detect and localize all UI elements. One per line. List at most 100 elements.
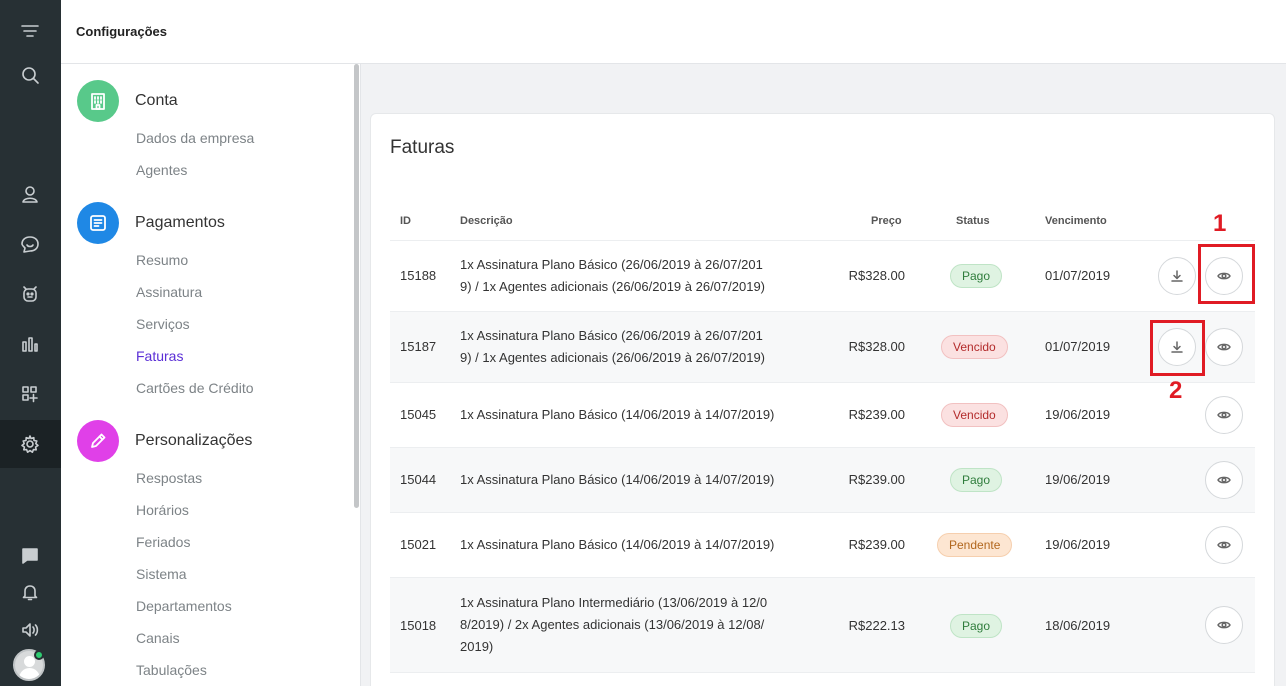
invoice-due-date: 19/06/2019	[1045, 407, 1111, 422]
menu-item-feriados[interactable]: Feriados	[136, 534, 190, 550]
invoice-due-date: 01/07/2019	[1045, 268, 1111, 283]
table-row: 15044 1x Assinatura Plano Básico (14/06/…	[390, 447, 1255, 512]
invoice-description: 1x Assinatura Plano Básico (14/06/2019 à…	[460, 537, 775, 552]
annotation-number-2: 2	[1169, 377, 1183, 404]
download-button[interactable]	[1158, 257, 1196, 295]
view-button[interactable]	[1205, 328, 1243, 366]
invoice-id: 15018	[400, 618, 437, 633]
chart-icon[interactable]	[15, 329, 45, 359]
pencil-icon	[77, 420, 119, 462]
section-title-personalizacoes: Personalizações	[135, 432, 253, 449]
card-title: Faturas	[390, 137, 455, 158]
column-header-descricao: Descrição	[460, 215, 513, 227]
status-badge: Vencido	[941, 403, 1008, 427]
invoice-price: R$222.13	[848, 618, 905, 633]
section-title-pagamentos: Pagamentos	[135, 214, 225, 231]
section-personalizacoes: Personalizações	[77, 420, 252, 462]
menu-item-dados-da-empresa[interactable]: Dados da empresa	[136, 130, 254, 146]
view-button[interactable]	[1205, 461, 1243, 499]
view-button[interactable]	[1205, 606, 1243, 644]
apps-icon[interactable]	[15, 379, 45, 409]
download-icon	[1171, 270, 1183, 282]
bot-icon[interactable]	[15, 279, 45, 309]
eye-icon	[1217, 476, 1231, 484]
status-badge: Vencido	[941, 335, 1008, 359]
invoice-id: 15188	[400, 268, 437, 283]
column-header-id: ID	[400, 215, 411, 227]
view-button[interactable]	[1205, 526, 1243, 564]
user-icon[interactable]	[15, 179, 45, 209]
menu-scrollbar[interactable]	[354, 64, 359, 508]
invoice-description: 1x Assinatura Plano Básico (14/06/2019 à…	[460, 407, 775, 422]
menu-item-tabulacoes[interactable]: Tabulações	[136, 662, 207, 678]
annotation-box-view	[1198, 244, 1255, 304]
menu-item-canais[interactable]: Canais	[136, 630, 180, 646]
page-title: Configurações	[76, 24, 168, 39]
online-status-dot	[34, 650, 44, 660]
invoice-description: 1x Assinatura Plano Básico (26/06/2019 à…	[460, 328, 765, 365]
menu-item-faturas[interactable]: Faturas	[136, 348, 183, 364]
invoice-price: R$328.00	[848, 268, 905, 283]
building-icon	[77, 80, 119, 122]
view-button[interactable]	[1205, 396, 1243, 434]
column-header-status: Status	[956, 215, 990, 227]
menu-item-resumo[interactable]: Resumo	[136, 252, 188, 268]
column-header-preco: Preço	[871, 215, 902, 227]
eye-icon	[1217, 621, 1231, 629]
invoice-id: 15044	[400, 472, 437, 487]
table-row: 15018 1x Assinatura Plano Intermediário …	[390, 577, 1255, 672]
invoice-description: 1x Assinatura Plano Básico (14/06/2019 à…	[460, 472, 775, 487]
annotation-box-download	[1150, 320, 1205, 376]
top-bar: Configurações	[61, 0, 1286, 64]
eye-icon	[1217, 541, 1231, 549]
eye-icon	[1217, 343, 1231, 351]
invoice-due-date: 01/07/2019	[1045, 339, 1111, 354]
menu-item-cartoes-de-credito[interactable]: Cartões de Crédito	[136, 380, 254, 396]
message-icon[interactable]	[15, 541, 45, 571]
section-pagamentos: Pagamentos	[77, 202, 225, 244]
annotation-number-1: 1	[1213, 210, 1227, 237]
invoice-id: 15045	[400, 407, 437, 422]
invoice-due-date: 19/06/2019	[1045, 537, 1111, 552]
menu-item-servicos[interactable]: Serviços	[136, 316, 190, 332]
table-row: 15021 1x Assinatura Plano Básico (14/06/…	[390, 512, 1255, 577]
receipt-icon	[77, 202, 119, 244]
status-badge: Pago	[950, 614, 1003, 638]
gear-icon[interactable]	[15, 429, 45, 459]
invoice-id: 15187	[400, 339, 437, 354]
status-badge: Pendente	[937, 533, 1013, 557]
invoice-due-date: 19/06/2019	[1045, 472, 1111, 487]
logo-icon[interactable]	[15, 16, 45, 46]
bell-icon[interactable]	[15, 577, 45, 607]
menu-item-horarios[interactable]: Horários	[136, 502, 189, 518]
table-row: 15187 1x Assinatura Plano Básico (26/06/…	[390, 311, 1255, 382]
invoice-due-date: 18/06/2019	[1045, 618, 1111, 633]
table-row: 15045 1x Assinatura Plano Básico (14/06/…	[390, 382, 1255, 447]
invoice-id: 15021	[400, 537, 437, 552]
table-row: 15188 1x Assinatura Plano Básico (26/06/…	[390, 240, 1255, 311]
menu-item-departamentos[interactable]: Departamentos	[136, 598, 232, 614]
invoice-price: R$239.00	[848, 472, 905, 487]
eye-icon	[1217, 411, 1231, 419]
menu-item-agentes[interactable]: Agentes	[136, 162, 187, 178]
invoice-price: R$328.00	[848, 339, 905, 354]
faturas-card: Faturas ID Descrição Preço Status Vencim…	[370, 113, 1275, 686]
section-title-conta: Conta	[135, 92, 178, 109]
invoice-price: R$239.00	[848, 407, 905, 422]
table-bottom-divider	[390, 672, 1255, 673]
invoice-price: R$239.00	[848, 537, 905, 552]
chat-smile-icon[interactable]	[15, 229, 45, 259]
volume-icon[interactable]	[15, 615, 45, 645]
search-icon[interactable]	[15, 60, 45, 90]
invoice-description: 1x Assinatura Plano Intermediário (13/06…	[460, 595, 768, 654]
settings-menu: Conta Dados da empresa Agentes Pagamento…	[61, 64, 361, 686]
menu-item-respostas[interactable]: Respostas	[136, 470, 202, 486]
section-conta: Conta	[77, 80, 178, 122]
menu-item-assinatura[interactable]: Assinatura	[136, 284, 202, 300]
column-header-vencimento: Vencimento	[1045, 215, 1107, 227]
status-badge: Pago	[950, 264, 1003, 288]
left-rail	[0, 0, 61, 686]
status-badge: Pago	[950, 468, 1003, 492]
menu-item-sistema[interactable]: Sistema	[136, 566, 187, 582]
invoice-description: 1x Assinatura Plano Básico (26/06/2019 à…	[460, 257, 765, 294]
